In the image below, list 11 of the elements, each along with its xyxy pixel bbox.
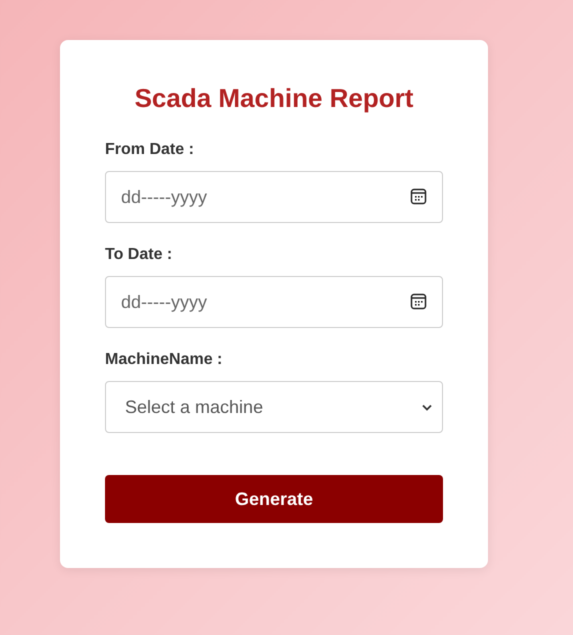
date-field[interactable]: dd-----yyyy — [105, 276, 443, 328]
calendar-icon[interactable] — [410, 293, 427, 310]
field-label: MachineName : — [105, 350, 222, 370]
field-label: To Date : — [105, 245, 172, 265]
calendar-icon[interactable] — [410, 188, 427, 205]
machine-select[interactable]: Select a machine — [105, 381, 443, 433]
generate-button[interactable]: Generate — [105, 475, 443, 523]
chevron-down-icon — [422, 404, 432, 410]
date-field[interactable]: dd-----yyyy — [105, 171, 443, 223]
form-title: Scada Machine Report — [134, 82, 414, 114]
field-label: From Date : — [105, 140, 194, 160]
